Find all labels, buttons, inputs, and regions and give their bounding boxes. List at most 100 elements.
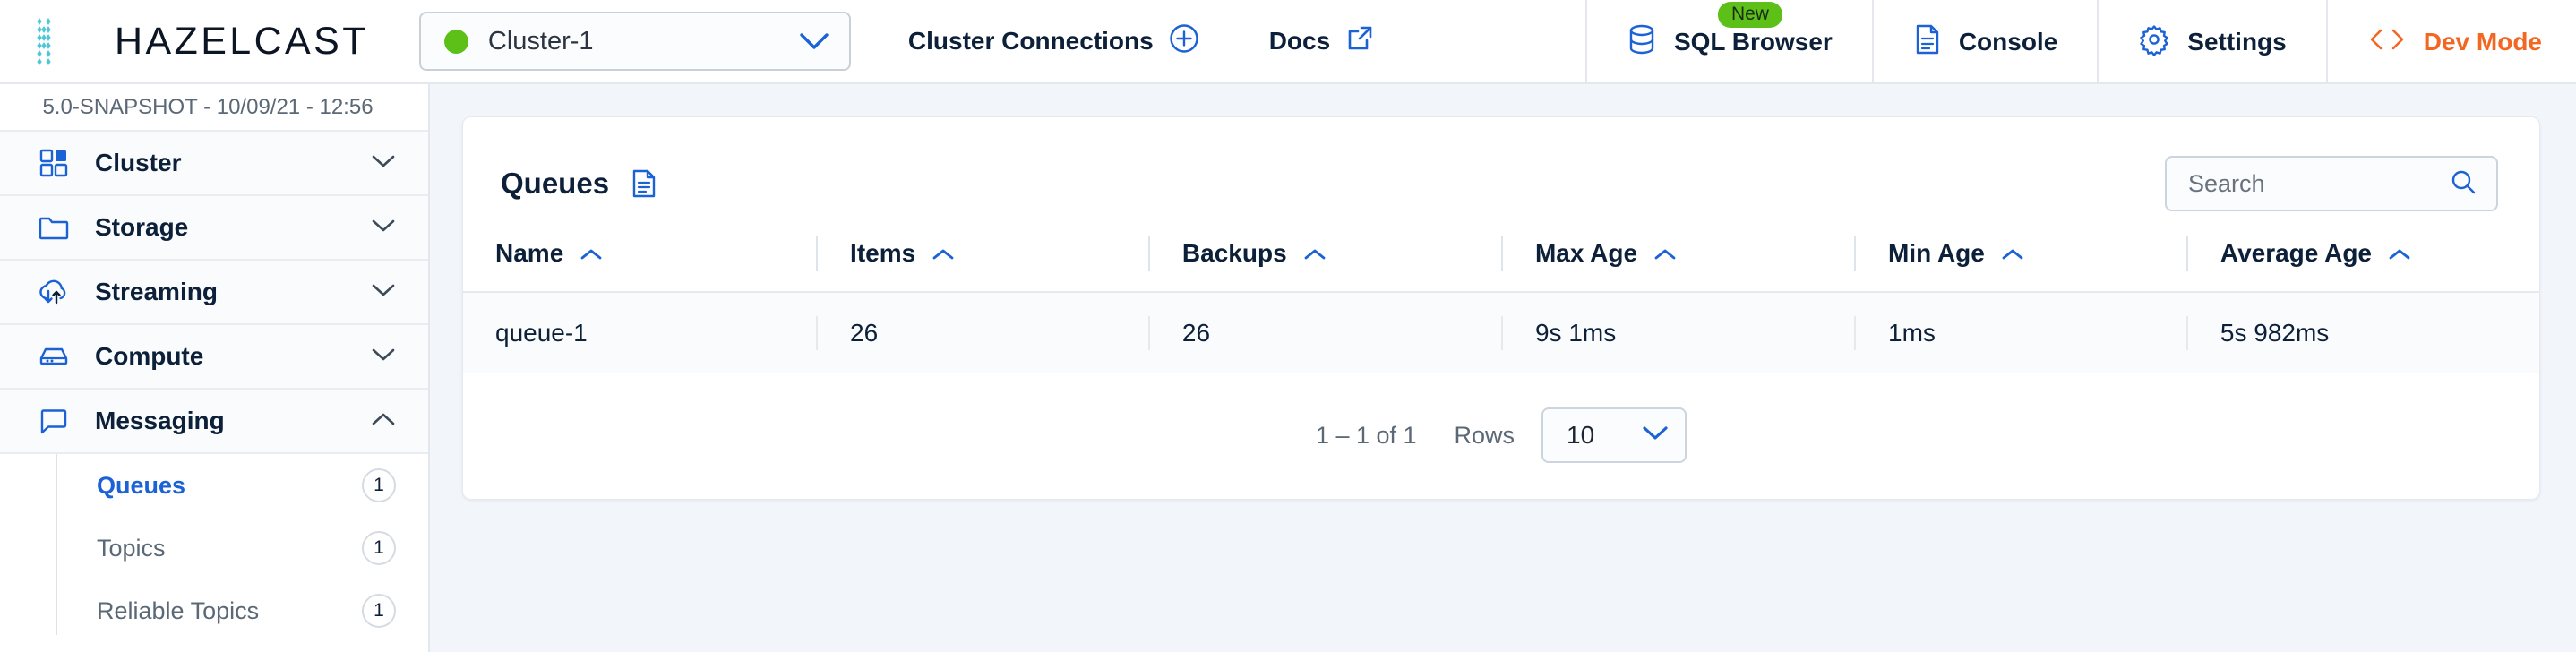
plus-circle-icon [1169, 23, 1199, 60]
cell-max-age: 9s 1ms [1500, 292, 1855, 373]
table-row[interactable]: queue-1 26 26 9s 1ms 1ms 5s 982ms [463, 292, 2539, 373]
chevron-up-icon [2388, 239, 2411, 268]
console-document-icon [1913, 23, 1942, 62]
gear-icon [2138, 23, 2170, 62]
external-link-icon [1345, 24, 1374, 59]
cell-max-age-value: 9s 1ms [1500, 316, 1854, 350]
chevron-down-icon [1642, 425, 1669, 446]
cluster-connections-label: Cluster Connections [907, 27, 1154, 55]
chevron-down-icon [371, 153, 396, 174]
app-root: HAZELCAST Cluster-1 Cluster Connections … [0, 0, 2576, 652]
top-navigation-bar: HAZELCAST Cluster-1 Cluster Connections … [0, 0, 2576, 84]
queues-count-badge: 1 [362, 468, 396, 502]
hazelcast-logo-icon [32, 15, 95, 67]
column-header-name[interactable]: Name [463, 216, 817, 293]
cluster-selector[interactable]: Cluster-1 [418, 12, 851, 71]
version-label: 5.0-SNAPSHOT - 10/09/21 - 12:56 [0, 84, 428, 132]
cell-average-age-value: 5s 982ms [2185, 316, 2539, 350]
sidebar-item-topics[interactable]: Topics 1 [56, 517, 428, 579]
column-label-backups: Backups [1181, 239, 1287, 267]
chevron-up-icon [932, 239, 955, 268]
main-content: Queues Search Name Items Backups Max Age… [430, 84, 2576, 652]
cell-min-age-value: 1ms [1854, 316, 2186, 350]
sidebar-item-messaging[interactable]: Messaging [0, 390, 428, 454]
document-icon[interactable] [631, 168, 657, 199]
card-header: Queues [463, 117, 2539, 216]
column-label-min-age: Min Age [1888, 239, 1985, 267]
top-nav-links: Cluster Connections Docs [885, 0, 1397, 83]
chevron-up-icon [580, 239, 603, 268]
speech-bubble-icon [36, 403, 72, 439]
cell-name: queue-1 [463, 292, 817, 373]
queues-table: Name Items Backups Max Age Min Age Avera… [463, 216, 2539, 373]
search-box[interactable] [2165, 156, 2498, 211]
column-label-name: Name [495, 239, 564, 267]
sql-browser-button[interactable]: SQL Browser New [1584, 0, 1872, 84]
cell-items-value: 26 [816, 316, 1148, 350]
cluster-status-dot [443, 29, 468, 54]
search-icon[interactable] [2450, 168, 2477, 200]
chevron-down-icon [371, 347, 396, 367]
chevron-up-icon [1653, 239, 1677, 268]
queues-card: Queues Search Name Items Backups Max Age… [462, 116, 2540, 500]
settings-button[interactable]: Settings [2097, 0, 2325, 84]
dev-mode-button[interactable]: Dev Mode [2325, 0, 2576, 84]
pagination-range: 1 – 1 of 1 [1315, 421, 1417, 449]
sidebar-label-queues: Queues [97, 471, 186, 499]
table-header: Name Items Backups Max Age Min Age Avera… [463, 216, 2539, 293]
cell-items: 26 [816, 292, 1148, 373]
chevron-up-icon [2001, 239, 2024, 268]
console-button[interactable]: Console [1871, 0, 2097, 84]
sidebar-label-storage: Storage [95, 213, 189, 241]
sidebar-label-cluster: Cluster [95, 149, 182, 176]
top-nav-right: SQL Browser New Console Settings Dev Mod… [1584, 0, 2576, 84]
status-badge: New [1717, 2, 1782, 28]
database-icon [1627, 23, 1657, 62]
rows-per-page-value: 10 [1567, 421, 1595, 449]
chevron-down-icon [371, 282, 396, 303]
page-title: Queues [501, 167, 610, 200]
console-label: Console [1958, 28, 2058, 56]
chevron-down-icon [371, 218, 396, 238]
column-header-min-age[interactable]: Min Age [1854, 216, 2186, 293]
sidebar-item-streaming[interactable]: Streaming [0, 261, 428, 325]
table-body: queue-1 26 26 9s 1ms 1ms 5s 982ms [463, 292, 2539, 373]
cluster-connections-link[interactable]: Cluster Connections [885, 0, 1223, 83]
column-header-backups[interactable]: Backups [1147, 216, 1501, 293]
sidebar-item-cluster[interactable]: Cluster [0, 132, 428, 196]
chevron-up-icon [1303, 239, 1327, 268]
messaging-subitems: Queues 1 Topics 1 Reliable Topics 1 [0, 454, 428, 642]
column-header-average-age[interactable]: Average Age [2185, 216, 2539, 293]
docs-link[interactable]: Docs [1246, 0, 1397, 83]
cell-backups: 26 [1147, 292, 1501, 373]
sidebar-label-reliable-topics: Reliable Topics [97, 596, 260, 624]
column-header-items[interactable]: Items [816, 216, 1148, 293]
dev-mode-label: Dev Mode [2423, 28, 2542, 56]
body: 5.0-SNAPSHOT - 10/09/21 - 12:56 Cluster [0, 84, 2576, 652]
grid-icon [36, 145, 72, 181]
column-label-max-age: Max Age [1534, 239, 1638, 267]
cell-name-value: queue-1 [495, 319, 588, 347]
search-input[interactable] [2188, 169, 2450, 198]
column-label-average-age: Average Age [2220, 239, 2372, 267]
brand[interactable]: HAZELCAST [0, 15, 369, 67]
cloud-streaming-icon [36, 274, 72, 310]
brand-name: HAZELCAST [115, 19, 369, 63]
sidebar-item-reliable-topics[interactable]: Reliable Topics 1 [56, 579, 428, 642]
sidebar-item-queues[interactable]: Queues 1 [56, 454, 428, 517]
sql-browser-label: SQL Browser [1673, 28, 1833, 56]
column-header-max-age[interactable]: Max Age [1500, 216, 1855, 293]
code-brackets-icon [2367, 28, 2407, 57]
sidebar-label-messaging: Messaging [95, 407, 225, 434]
sidebar-item-compute[interactable]: Compute [0, 325, 428, 390]
cell-average-age: 5s 982ms [2185, 292, 2539, 373]
topics-count-badge: 1 [362, 531, 396, 565]
sidebar-label-compute: Compute [95, 342, 204, 370]
reliable-topics-count-badge: 1 [362, 594, 396, 628]
sidebar-label-topics: Topics [97, 534, 166, 562]
chevron-up-icon [371, 411, 396, 432]
sidebar-item-storage[interactable]: Storage [0, 196, 428, 261]
settings-label: Settings [2187, 28, 2287, 56]
rows-per-page-select[interactable]: 10 [1541, 408, 1687, 463]
chevron-down-icon [799, 32, 829, 51]
